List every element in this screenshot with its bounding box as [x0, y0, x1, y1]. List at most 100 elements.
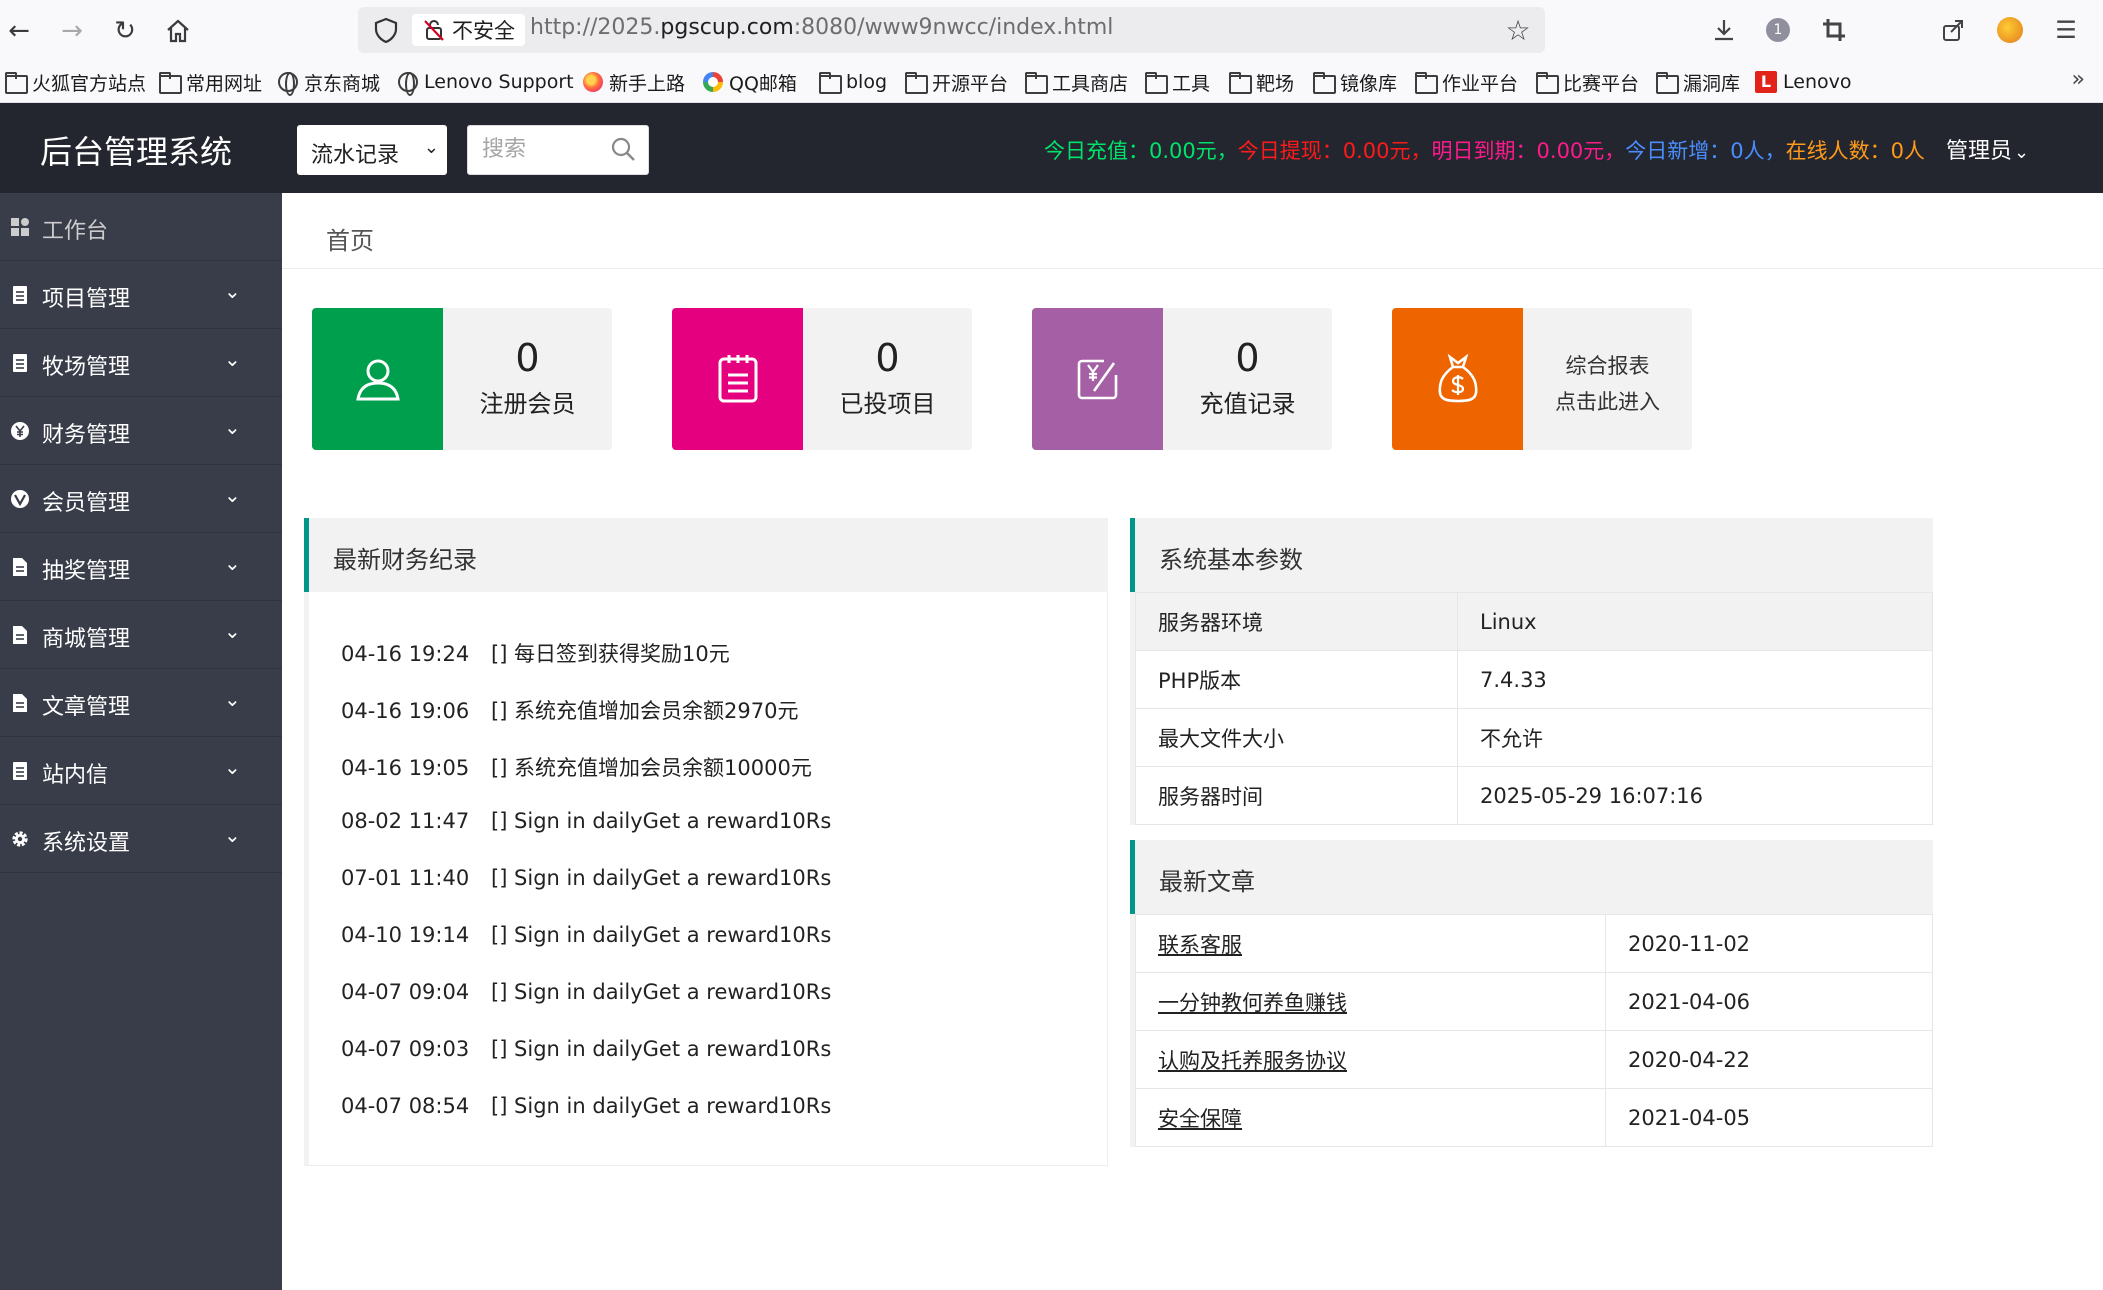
extension-badge-icon[interactable]: 1 — [1760, 12, 1796, 48]
table-row: 联系客服 2020-11-02 — [1135, 914, 1933, 973]
bookmark-item[interactable]: 漏洞库 — [1655, 67, 1740, 97]
breadcrumb-home[interactable]: 首页 — [326, 221, 374, 256]
bookmark-label: 火狐官方站点 — [32, 72, 147, 95]
download-icon[interactable] — [1706, 12, 1742, 48]
bookmark-item[interactable]: Lenovo Support — [398, 67, 574, 97]
card-tile — [312, 308, 443, 450]
bookmark-item[interactable]: 工具商店 — [1024, 67, 1128, 97]
stat-card-report[interactable]: 综合报表 点击此进入 — [1392, 308, 1692, 450]
sidebar-item-workbench[interactable]: 工作台 — [0, 193, 282, 261]
extension-badge-count: 1 — [1766, 18, 1790, 42]
qq-mail-icon — [703, 72, 723, 92]
stat-card-projects[interactable]: 0 已投项目 — [672, 308, 972, 450]
bookmark-item[interactable]: 火狐官方站点 — [4, 67, 146, 97]
clipboard-icon — [718, 355, 757, 403]
brand-title[interactable]: 后台管理系统 — [40, 127, 232, 173]
sidebar-item-members[interactable]: 会员管理 ⌄ — [0, 465, 282, 533]
reload-icon[interactable]: ↻ — [108, 14, 142, 48]
bookmark-item[interactable]: 镜像库 — [1312, 67, 1397, 97]
sidebar-item-ranch[interactable]: 牧场管理 ⌄ — [0, 329, 282, 397]
chevron-down-icon: ⌄ — [224, 551, 241, 575]
bookmark-star-icon[interactable]: ☆ — [1501, 13, 1535, 47]
type-select[interactable]: 流水记录 ⌄ — [297, 125, 447, 175]
record-time: 04-10 19:14 — [341, 923, 470, 947]
record-text: [] 系统充值增加会员余额2970元 — [491, 699, 799, 723]
folder-icon — [4, 72, 28, 94]
list-item: 04-16 19:24 [] 每日签到获得奖励10元 — [341, 638, 730, 668]
menu-hamburger-icon[interactable]: ☰ — [2048, 12, 2084, 48]
globe-icon — [398, 72, 418, 96]
chevron-down-icon: ⌄ — [224, 823, 241, 847]
bookmark-item[interactable]: 比赛平台 — [1535, 67, 1639, 97]
screenshot-crop-icon[interactable] — [1816, 12, 1852, 48]
article-link[interactable]: 一分钟教何养鱼赚钱 — [1158, 991, 1347, 1015]
card-tile — [1032, 308, 1163, 450]
sidebar-item-finance[interactable]: 财务管理 ⌄ — [0, 397, 282, 465]
stat-card-members[interactable]: 0 注册会员 — [312, 308, 612, 450]
share-icon[interactable] — [1935, 12, 1971, 48]
card-label: 注册会员 — [479, 390, 576, 418]
bookmark-label: 常用网址 — [186, 72, 263, 95]
admin-menu[interactable]: 管理员 ⌄ — [1946, 133, 2029, 165]
bookmark-item[interactable]: 开源平台 — [904, 67, 1008, 97]
list-item: 07-01 11:40 [] Sign in dailyGet a reward1… — [341, 866, 831, 890]
bookmark-item[interactable]: 新手上路 — [583, 67, 685, 97]
system-panel-title: 系统基本参数 — [1159, 546, 1303, 574]
document-icon — [13, 626, 27, 644]
bookmark-item[interactable]: 靶场 — [1228, 67, 1294, 97]
folder-icon — [818, 72, 842, 94]
sidebar-item-label: 会员管理 — [42, 491, 131, 516]
param-key: 最大文件大小 — [1135, 708, 1458, 767]
sidebar-item-label: 文章管理 — [42, 695, 131, 720]
bookmark-item[interactable]: 作业平台 — [1414, 67, 1518, 97]
sidebar-item-label: 系统设置 — [42, 831, 131, 856]
stat-today-recharge: 今日充值：0.00元， — [1044, 139, 1238, 163]
search-icon[interactable] — [610, 136, 636, 162]
sidebar-item-label: 牧场管理 — [42, 355, 131, 380]
forward-arrow-icon[interactable]: → — [55, 14, 89, 48]
sidebar-item-articles[interactable]: 文章管理 ⌄ — [0, 669, 282, 737]
bookmark-item[interactable]: L Lenovo — [1755, 67, 1851, 97]
bookmark-item[interactable]: QQ邮箱 — [703, 67, 797, 97]
search-input[interactable] — [482, 126, 612, 172]
record-text: [] Sign in dailyGet a reward10Rs — [491, 866, 832, 890]
sidebar-item-shop[interactable]: 商城管理 ⌄ — [0, 601, 282, 669]
url-text[interactable]: http://2025.pgscup.com:8080/www9nwcc/ind… — [530, 15, 1113, 40]
stat-card-recharge[interactable]: 0 充值记录 — [1032, 308, 1332, 450]
bookmark-item[interactable]: blog — [818, 67, 887, 97]
sidebar-item-settings[interactable]: 系统设置 ⌄ — [0, 805, 282, 873]
back-arrow-icon[interactable]: ← — [2, 14, 36, 48]
bookmark-item[interactable]: 京东商城 — [278, 67, 380, 97]
article-link[interactable]: 联系客服 — [1158, 933, 1242, 957]
card-value: 0 — [875, 336, 900, 380]
article-link[interactable]: 认购及托养服务协议 — [1158, 1049, 1347, 1073]
bookmark-label: 靶场 — [1256, 72, 1295, 95]
extension-avatar-icon[interactable] — [1992, 12, 2028, 48]
sidebar-item-label: 项目管理 — [42, 287, 131, 312]
article-date: 2021-04-05 — [1605, 1088, 1933, 1147]
article-title-cell: 认购及托养服务协议 — [1135, 1030, 1606, 1089]
url-bar[interactable]: 不安全 http://2025.pgscup.com:8080/www9nwcc… — [358, 7, 1545, 53]
sidebar-item-label: 商城管理 — [42, 627, 131, 652]
sidebar-item-projects[interactable]: 项目管理 ⌄ — [0, 261, 282, 329]
record-text: [] Sign in dailyGet a reward10Rs — [491, 809, 832, 833]
tracking-shield-icon[interactable] — [372, 16, 400, 44]
insecure-connection-badge[interactable]: 不安全 — [412, 14, 525, 46]
bookmark-item[interactable]: 常用网址 — [158, 67, 262, 97]
sidebar-item-lottery[interactable]: 抽奖管理 ⌄ — [0, 533, 282, 601]
folder-icon — [904, 72, 928, 94]
home-icon[interactable] — [161, 14, 195, 48]
breadcrumb: 首页 — [282, 193, 2103, 269]
article-date: 2020-11-02 — [1605, 914, 1933, 973]
record-text: [] Sign in dailyGet a reward10Rs — [491, 980, 832, 1004]
url-suffix: :8080/www9nwcc/index.html — [793, 15, 1114, 40]
param-key: 服务器环境 — [1135, 592, 1458, 651]
sidebar-item-label: 抽奖管理 — [42, 559, 131, 584]
type-select-value: 流水记录 — [311, 143, 400, 168]
bookmark-item[interactable]: 工具 — [1144, 67, 1210, 97]
chevron-down-icon: ⌄ — [224, 347, 241, 371]
article-link[interactable]: 安全保障 — [1158, 1107, 1242, 1131]
stat-today-withdraw: 今日提现：0.00元， — [1237, 139, 1432, 163]
chevron-double-right-icon[interactable]: » — [2072, 67, 2085, 92]
sidebar-item-messages[interactable]: 站内信 ⌄ — [0, 737, 282, 805]
